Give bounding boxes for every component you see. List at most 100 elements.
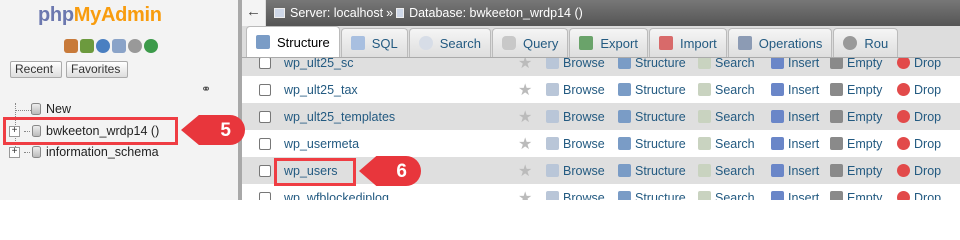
table-name-link[interactable]: wp_ult25_sc — [284, 58, 354, 70]
search-icon — [698, 191, 711, 200]
favorite-star-icon[interactable]: ★ — [518, 80, 532, 100]
import-icon — [658, 36, 673, 50]
routines-icon — [843, 36, 858, 50]
row-checkbox[interactable] — [259, 110, 271, 123]
empty-icon — [830, 191, 843, 200]
tab-structure[interactable]: Structure — [246, 26, 340, 57]
action-label: Structure — [635, 109, 686, 124]
tab-query[interactable]: Query — [491, 28, 569, 57]
empty-action[interactable]: Empty — [830, 58, 882, 70]
drop-icon — [897, 164, 910, 177]
search-action[interactable]: Search — [698, 110, 755, 124]
favorites-button[interactable]: Favorites — [66, 61, 128, 78]
structure-icon — [618, 110, 631, 123]
home-icon[interactable] — [64, 39, 78, 53]
collapse-nav-button[interactable]: ← — [242, 0, 266, 26]
drop-action[interactable]: Drop — [897, 83, 941, 97]
structure-action[interactable]: Structure — [618, 110, 686, 124]
tab-export[interactable]: Export — [569, 28, 648, 57]
empty-action[interactable]: Empty — [830, 191, 882, 200]
breadcrumb-server[interactable]: Server: localhost — [290, 6, 383, 20]
empty-action[interactable]: Empty — [830, 164, 882, 178]
settings-icon[interactable] — [128, 39, 142, 53]
exit-icon[interactable] — [80, 39, 94, 53]
drop-action[interactable]: Drop — [897, 137, 941, 151]
insert-action[interactable]: Insert — [771, 58, 819, 70]
search-action[interactable]: Search — [698, 137, 755, 151]
tab-search[interactable]: Search — [408, 28, 491, 57]
browse-icon — [546, 58, 559, 69]
browse-action[interactable]: Browse — [546, 110, 605, 124]
action-label: Insert — [788, 58, 820, 70]
empty-action[interactable]: Empty — [830, 137, 882, 151]
favorite-star-icon[interactable]: ★ — [518, 107, 532, 127]
reload-icon[interactable] — [144, 39, 158, 53]
tab-label: Rou — [864, 35, 889, 51]
search-action[interactable]: Search — [698, 190, 755, 201]
tree-item-information-schema[interactable]: + information_schema — [9, 145, 159, 159]
browse-action[interactable]: Browse — [546, 83, 605, 97]
tree-line — [24, 151, 30, 153]
action-label: Insert — [788, 109, 820, 124]
row-checkbox[interactable] — [259, 191, 271, 200]
insert-action[interactable]: Insert — [771, 110, 819, 124]
insert-action[interactable]: Insert — [771, 137, 819, 151]
structure-action[interactable]: Structure — [618, 83, 686, 97]
search-action[interactable]: Search — [698, 164, 755, 178]
structure-action[interactable]: Structure — [618, 137, 686, 151]
table-name-link[interactable]: wp_ult25_tax — [284, 83, 358, 97]
search-icon — [698, 58, 711, 69]
top-breadcrumb-bar: ← Server: localhost » Database: bwkeeton… — [242, 0, 960, 26]
favorite-star-icon[interactable]: ★ — [518, 161, 532, 181]
phpmyadmin-logo[interactable]: phpMyAdmin — [38, 4, 162, 27]
table-name-link[interactable]: wp_ult25_templates — [284, 110, 395, 124]
favorite-star-icon[interactable]: ★ — [518, 188, 532, 201]
insert-action[interactable]: Insert — [771, 164, 819, 178]
drop-icon — [897, 191, 910, 200]
favorite-star-icon[interactable]: ★ — [518, 134, 532, 154]
row-checkbox[interactable] — [259, 164, 271, 177]
search-action[interactable]: Search — [698, 58, 755, 70]
drop-action[interactable]: Drop — [897, 190, 942, 201]
drop-action[interactable]: Drop — [897, 58, 941, 70]
link-icon[interactable]: ⚭ — [201, 82, 211, 96]
browse-action[interactable]: Browse — [546, 58, 605, 70]
insert-action[interactable]: Insert — [771, 191, 819, 200]
tab-import[interactable]: Import — [648, 28, 727, 57]
action-label: Browse — [563, 58, 605, 70]
browse-icon — [546, 191, 559, 200]
breadcrumb-database[interactable]: Database: bwkeeton_wrdp14 () — [409, 6, 583, 20]
row-checkbox[interactable] — [259, 137, 271, 150]
empty-action[interactable]: Empty — [830, 110, 882, 124]
tab-operations[interactable]: Operations — [727, 28, 833, 57]
structure-action[interactable]: Structure — [618, 58, 686, 70]
browse-action[interactable]: Browse — [546, 137, 605, 151]
structure-action[interactable]: Structure — [618, 191, 686, 200]
docs-icon[interactable] — [112, 39, 126, 53]
browse-action[interactable]: Browse — [546, 164, 605, 178]
row-checkbox[interactable] — [259, 58, 271, 69]
expand-icon[interactable]: + — [9, 146, 20, 158]
tab-label: Search — [439, 35, 481, 51]
drop-action[interactable]: Drop — [897, 164, 941, 178]
search-action[interactable]: Search — [698, 83, 755, 97]
structure-action[interactable]: Structure — [618, 164, 686, 178]
table-name-link[interactable]: wp_wfblockediplog — [284, 191, 389, 201]
tree-item-new[interactable]: New — [31, 102, 71, 116]
empty-action[interactable]: Empty — [830, 83, 882, 97]
row-checkbox[interactable] — [259, 83, 271, 96]
drop-action[interactable]: Drop — [897, 110, 941, 124]
table-name-link[interactable]: wp_usermeta — [284, 137, 359, 151]
action-label: Browse — [563, 82, 605, 97]
browse-action[interactable]: Browse — [546, 191, 605, 200]
insert-action[interactable]: Insert — [771, 83, 819, 97]
structure-icon — [618, 164, 631, 177]
recent-button[interactable]: Recent — [10, 61, 62, 78]
help-icon[interactable] — [96, 39, 110, 53]
action-label: Drop — [914, 190, 942, 201]
tab-routines[interactable]: Rou — [833, 28, 899, 57]
favorite-star-icon[interactable]: ★ — [518, 58, 532, 73]
action-label: Search — [715, 190, 755, 201]
table-row: wp_ult25_sc ★ Browse Structure Search Insert E… — [242, 58, 960, 76]
tab-sql[interactable]: SQL — [340, 28, 408, 57]
